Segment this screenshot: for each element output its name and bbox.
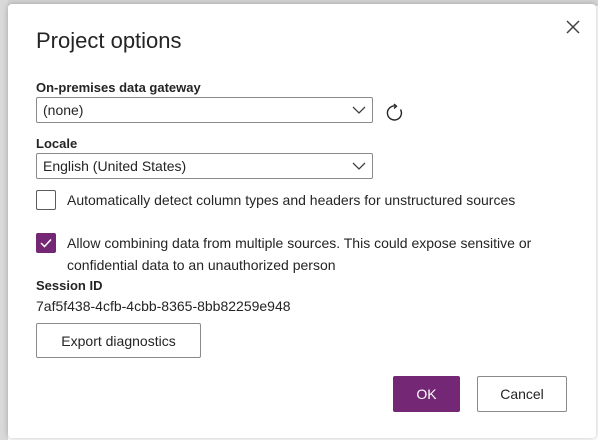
refresh-icon [386, 103, 403, 121]
export-diagnostics-button[interactable]: Export diagnostics [36, 323, 201, 358]
auto-detect-checkbox[interactable] [36, 190, 56, 210]
locale-dropdown-value: English (United States) [43, 158, 187, 174]
background-app-edge [0, 0, 8, 440]
allow-combining-checkbox[interactable] [36, 233, 56, 253]
gateway-label: On-premises data gateway [36, 80, 201, 95]
allow-combining-label: Allow combining data from multiple sourc… [67, 235, 532, 273]
checkmark-icon [40, 238, 52, 248]
gateway-dropdown-value: (none) [43, 102, 84, 118]
chevron-down-icon [346, 154, 372, 178]
dialog-title: Project options [36, 28, 182, 53]
close-icon [566, 20, 580, 34]
refresh-gateway-button[interactable] [382, 100, 408, 126]
chevron-down-icon [346, 98, 372, 122]
allow-combining-option[interactable]: Allow combining data from multiple sourc… [36, 232, 556, 276]
ok-button[interactable]: OK [393, 376, 460, 412]
auto-detect-label: Automatically detect column types and he… [67, 192, 516, 208]
locale-dropdown[interactable]: English (United States) [36, 153, 373, 179]
session-id-label: Session ID [36, 278, 103, 293]
auto-detect-option[interactable]: Automatically detect column types and he… [36, 190, 515, 211]
cancel-button[interactable]: Cancel [477, 376, 567, 412]
close-button[interactable] [560, 14, 586, 40]
session-id-value: 7af5f438-4cfb-4cbb-8365-8bb82259e948 [36, 298, 291, 314]
gateway-dropdown[interactable]: (none) [36, 97, 373, 123]
locale-label: Locale [36, 136, 78, 151]
project-options-dialog: Project options On-premises data gateway… [8, 4, 596, 438]
